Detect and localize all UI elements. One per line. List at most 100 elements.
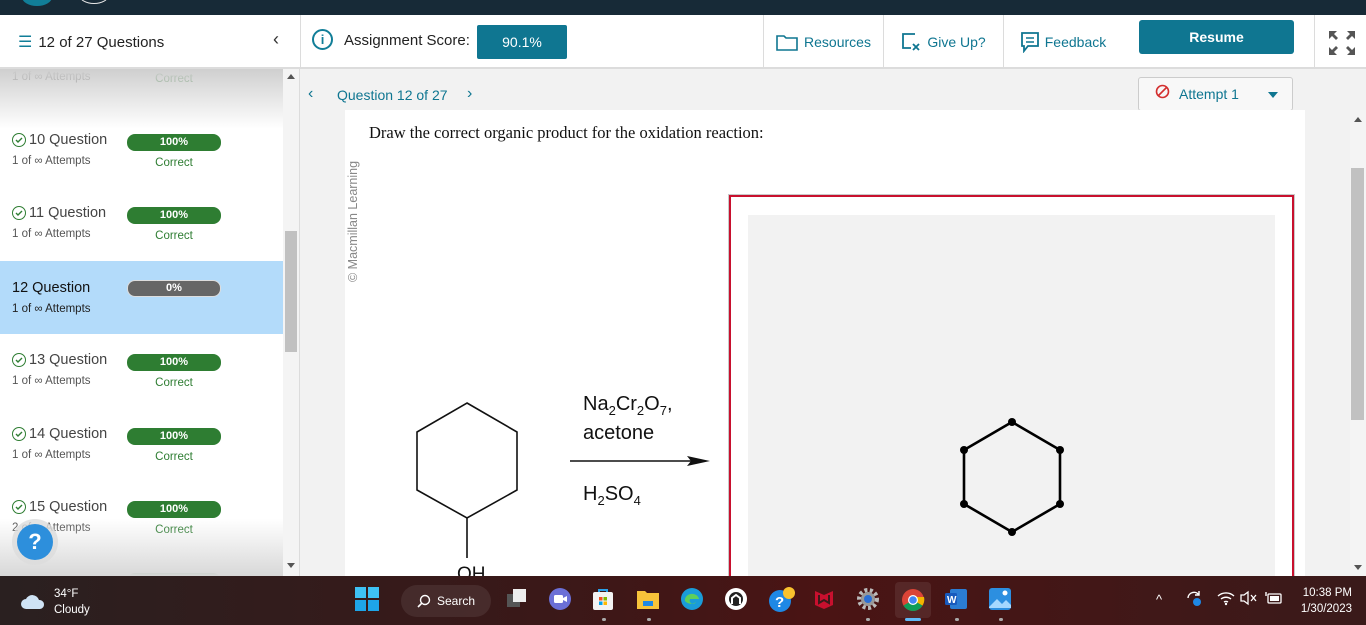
- question-title: 11 Question: [12, 205, 106, 221]
- sidebar-item-question-12[interactable]: 12 Question 0% 1 of ∞ Attempts: [0, 261, 283, 334]
- photos-icon[interactable]: [988, 587, 1014, 613]
- question-count-label: 12 of 27 Questions: [38, 33, 165, 51]
- mcafee-icon[interactable]: [812, 587, 838, 613]
- score-pill: 100%: [127, 207, 221, 224]
- microsoft-store-icon[interactable]: [591, 587, 617, 613]
- help-button[interactable]: ?: [17, 524, 53, 560]
- attempts-label: 1 of ∞ Attempts: [12, 303, 91, 315]
- drawn-ring-structure[interactable]: [955, 415, 1070, 540]
- question-title: 13 Question: [12, 352, 107, 368]
- word-icon[interactable]: W: [944, 587, 970, 613]
- sidebar-item-question-14[interactable]: 14 Question 100% 1 of ∞ Attempts Correct: [0, 422, 283, 495]
- task-view-icon[interactable]: [505, 587, 531, 613]
- attempt-dropdown[interactable]: Attempt 1: [1138, 77, 1293, 111]
- next-question-button[interactable]: ›: [467, 85, 472, 103]
- chrome-browser-icon[interactable]: [895, 582, 931, 618]
- scroll-up-arrow-icon[interactable]: [1354, 117, 1362, 122]
- give-up-label: Give Up?: [927, 34, 986, 50]
- get-help-icon[interactable]: ?: [768, 587, 795, 613]
- sidebar-scrollbar-thumb[interactable]: [285, 231, 297, 352]
- running-indicator: [866, 618, 870, 621]
- scroll-down-arrow-icon[interactable]: [1354, 565, 1362, 570]
- temperature-label: 34°F: [54, 588, 79, 600]
- app-logo-icon: [22, 0, 52, 6]
- windows-start-icon[interactable]: [355, 587, 381, 613]
- question-nav-title: Question 12 of 27: [337, 87, 448, 103]
- score-label: Assignment Score:: [344, 32, 470, 49]
- check-circle-icon: [12, 353, 26, 367]
- atom-node[interactable]: [1008, 528, 1016, 536]
- system-clock[interactable]: 10:38 PM 1/30/2023: [1294, 585, 1352, 617]
- sync-icon[interactable]: [1185, 589, 1203, 610]
- feedback-label: Feedback: [1044, 34, 1107, 50]
- score-pill: 100%: [127, 501, 221, 518]
- running-indicator: [955, 618, 959, 621]
- attempts-label: 1 of ∞ Attempts: [12, 71, 91, 83]
- status-label: Correct: [155, 524, 193, 536]
- weather-widget[interactable]: 34°F Cloudy: [20, 586, 90, 618]
- attempts-label: 1 of ∞ Attempts: [12, 375, 91, 387]
- user-avatar-icon[interactable]: [79, 0, 109, 4]
- show-hidden-icons-chevron-icon[interactable]: ^: [1156, 592, 1162, 607]
- check-circle-icon: [12, 427, 26, 441]
- taskbar-search[interactable]: Search: [401, 585, 491, 617]
- atom-node[interactable]: [1008, 418, 1016, 426]
- atom-node[interactable]: [1056, 446, 1064, 454]
- status-label: Correct: [155, 157, 193, 169]
- svg-text:W: W: [947, 595, 957, 606]
- sidebar-item-question-13[interactable]: 13 Question 100% 1 of ∞ Attempts Correct: [0, 348, 283, 421]
- reaction-arrow: [570, 456, 710, 466]
- sidebar-item-question-9[interactable]: 9 Question 100% 1 of ∞ Attempts Correct: [0, 69, 283, 117]
- atom-node[interactable]: [1056, 500, 1064, 508]
- fullscreen-icon[interactable]: [1328, 30, 1356, 56]
- caret-down-icon: [1268, 92, 1278, 98]
- running-indicator: [647, 618, 651, 621]
- prohibited-icon: [1155, 84, 1170, 104]
- give-up-button[interactable]: Give Up?: [883, 15, 1003, 69]
- question-sidebar: 9 Question 100% 1 of ∞ Attempts Correct …: [0, 69, 300, 576]
- atom-node[interactable]: [960, 500, 968, 508]
- reagent-line-1: Na2Cr2O7,: [583, 393, 673, 418]
- main-scrollbar-thumb[interactable]: [1351, 168, 1364, 420]
- resources-button[interactable]: Resources: [763, 15, 883, 69]
- question-title: 14 Question: [12, 426, 107, 442]
- score-pill: 100%: [127, 134, 221, 151]
- teams-chat-icon[interactable]: [548, 587, 574, 613]
- question-title: 12 Question: [12, 280, 91, 296]
- info-icon[interactable]: i: [312, 29, 333, 50]
- list-icon: ☰: [18, 34, 33, 51]
- score-pill: 100%: [127, 428, 221, 445]
- search-icon: [417, 594, 431, 608]
- settings-gear-icon[interactable]: [856, 587, 882, 613]
- sidebar-item-question-10[interactable]: 10 Question 100% 1 of ∞ Attempts Correct: [0, 128, 283, 201]
- question-title: 15 Question: [12, 499, 107, 515]
- file-explorer-icon[interactable]: [636, 587, 662, 613]
- assignment-header: ☰ 12 of 27 Questions ‹ i Assignment Scor…: [0, 15, 1366, 69]
- edge-browser-icon[interactable]: [680, 587, 706, 613]
- feedback-icon: [1020, 31, 1039, 53]
- question-prompt: Draw the correct organic product for the…: [369, 123, 764, 142]
- app-icon[interactable]: [724, 587, 750, 613]
- score-pill: 100%: [127, 354, 221, 371]
- battery-charging-icon[interactable]: [1265, 590, 1283, 609]
- collapse-sidebar-button[interactable]: ‹: [273, 29, 279, 50]
- previous-question-button[interactable]: ‹: [308, 85, 313, 103]
- question-list-toggle[interactable]: ☰ 12 of 27 Questions: [18, 15, 164, 69]
- running-indicator: [999, 618, 1003, 621]
- resume-button[interactable]: Resume: [1139, 20, 1294, 54]
- volume-muted-icon[interactable]: [1240, 590, 1258, 609]
- feedback-button[interactable]: Feedback: [1003, 15, 1123, 69]
- check-circle-icon: [12, 206, 26, 220]
- wifi-icon[interactable]: [1217, 590, 1235, 609]
- divider: [300, 15, 301, 69]
- status-label: Correct: [155, 230, 193, 242]
- status-label: Correct: [155, 377, 193, 389]
- status-label: Correct: [155, 73, 193, 85]
- divider: [1314, 15, 1315, 69]
- atom-node[interactable]: [960, 446, 968, 454]
- scroll-down-arrow-icon[interactable]: [287, 563, 295, 568]
- question-title: 10 Question: [12, 132, 107, 148]
- scroll-up-arrow-icon[interactable]: [287, 74, 295, 79]
- cyclohexanol-structure: OH: [416, 402, 518, 580]
- status-label: Correct: [155, 451, 193, 463]
